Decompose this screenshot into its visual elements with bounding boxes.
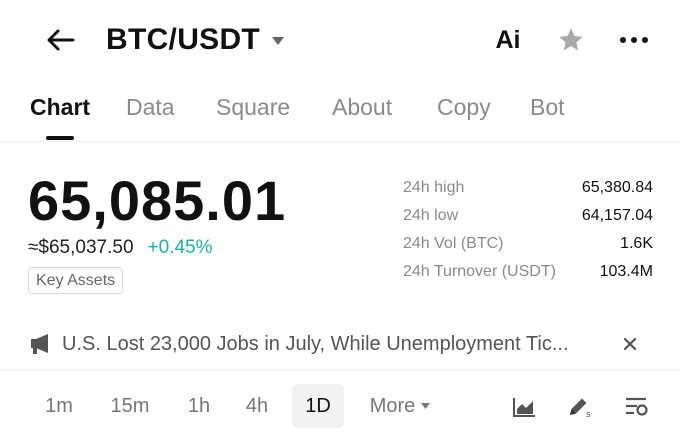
megaphone-icon [30, 332, 54, 356]
stat-value: 65,380.84 [581, 179, 653, 196]
tab-copy[interactable]: Copy [437, 94, 491, 121]
news-close-button[interactable] [618, 332, 642, 356]
back-button[interactable] [40, 22, 80, 58]
news-banner: U.S. Lost 23,000 Jobs in July, While Une… [30, 328, 650, 360]
pair-title: BTC/USDT [106, 23, 261, 56]
timeframe-15m[interactable]: 15m [104, 384, 156, 428]
stat-label: 24h high [403, 179, 465, 196]
section-divider [0, 370, 680, 371]
more-label: More [369, 394, 416, 417]
pair-selector[interactable]: BTC/USDT [106, 20, 285, 60]
stat-value: 64,157.04 [581, 207, 653, 224]
close-icon [624, 338, 636, 350]
indicator-settings-button[interactable] [622, 392, 652, 422]
svg-text:s: s [586, 410, 591, 419]
favorite-button[interactable] [553, 22, 589, 58]
stats-panel: 24h high 65,380.84 24h low 64,157.04 24h… [403, 177, 653, 289]
timeframe-1h[interactable]: 1h [178, 384, 220, 428]
tab-bar: Chart Data Square About Copy Bot [0, 88, 680, 142]
tab-chart[interactable]: Chart [30, 94, 90, 121]
timeframe-more-button[interactable]: More [360, 384, 440, 428]
timeframe-4h[interactable]: 4h [236, 384, 278, 428]
tab-about[interactable]: About [332, 94, 392, 121]
area-chart-icon [513, 398, 535, 417]
ai-button[interactable]: Ai [488, 22, 528, 58]
tab-data[interactable]: Data [126, 94, 175, 121]
tab-bot[interactable]: Bot [530, 94, 565, 121]
timeframe-bar: 1m 15m 1h 4h 1D More s [0, 384, 680, 428]
stat-value: 1.6K [620, 235, 653, 252]
last-price: 65,085.01 [28, 169, 287, 232]
timeframe-1m[interactable]: 1m [36, 384, 82, 428]
key-assets-badge[interactable]: Key Assets [28, 267, 124, 294]
tab-square[interactable]: Square [216, 94, 290, 121]
chart-type-button[interactable] [509, 392, 539, 422]
timeframe-1d[interactable]: 1D [292, 384, 344, 428]
pencil-icon: s [570, 398, 591, 419]
price-subline: ≈$65,037.50 +0.45% [28, 237, 213, 259]
caret-down-icon [272, 37, 285, 45]
drawing-tools-button[interactable]: s [565, 392, 595, 422]
price-change-percent: +0.45% [147, 237, 213, 258]
stat-label: 24h Vol (BTC) [403, 235, 504, 252]
arrow-left-icon [47, 29, 75, 51]
more-options-button[interactable] [616, 22, 652, 58]
stat-label: 24h low [403, 207, 459, 224]
stat-row: 24h Vol (BTC) 1.6K [403, 233, 653, 261]
stat-row: 24h high 65,380.84 [403, 177, 653, 205]
stat-row: 24h Turnover (USDT) 103.4M [403, 261, 653, 289]
stat-label: 24h Turnover (USDT) [403, 263, 556, 280]
active-tab-indicator [46, 136, 74, 140]
app-header: BTC/USDT Ai [0, 0, 680, 80]
star-icon [559, 28, 583, 51]
usd-equivalent: ≈$65,037.50 [28, 237, 134, 258]
sliders-icon [626, 397, 648, 416]
stat-value: 103.4M [599, 263, 653, 280]
caret-down-icon [421, 403, 431, 409]
news-headline[interactable]: U.S. Lost 23,000 Jobs in July, While Une… [62, 333, 592, 356]
ellipsis-icon [620, 37, 648, 43]
stat-row: 24h low 64,157.04 [403, 205, 653, 233]
